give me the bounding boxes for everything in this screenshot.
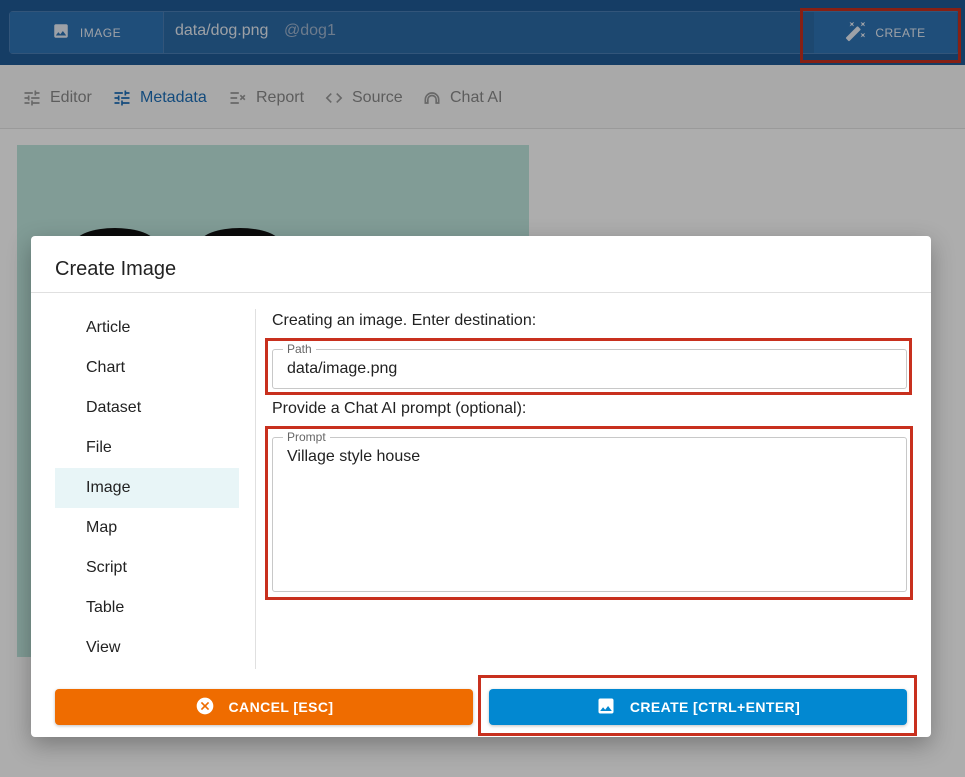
prompt-textarea-label: Prompt bbox=[283, 430, 330, 444]
destination-instruction: Creating an image. Enter destination: bbox=[272, 312, 537, 329]
image-icon bbox=[596, 696, 616, 719]
dialog-divider bbox=[31, 292, 931, 293]
menu-item-map[interactable]: Map bbox=[55, 508, 239, 548]
path-input-value[interactable]: data/image.png bbox=[287, 360, 397, 378]
cancel-button[interactable]: CANCEL [ESC] bbox=[55, 689, 473, 725]
prompt-textarea[interactable]: Prompt Village style house bbox=[272, 430, 907, 592]
prompt-textarea-value[interactable]: Village style house bbox=[287, 448, 420, 466]
menu-item-chart[interactable]: Chart bbox=[55, 348, 239, 388]
cancel-circle-icon bbox=[195, 696, 215, 719]
menu-divider bbox=[255, 309, 256, 669]
path-input[interactable]: Path data/image.png bbox=[272, 342, 907, 389]
menu-item-table[interactable]: Table bbox=[55, 588, 239, 628]
menu-item-script[interactable]: Script bbox=[55, 548, 239, 588]
menu-item-image[interactable]: Image bbox=[55, 468, 239, 508]
menu-item-view[interactable]: View bbox=[55, 628, 239, 668]
cancel-button-label: CANCEL [ESC] bbox=[228, 699, 334, 715]
path-input-label: Path bbox=[283, 342, 316, 356]
menu-item-dataset[interactable]: Dataset bbox=[55, 388, 239, 428]
create-submit-button[interactable]: CREATE [CTRL+ENTER] bbox=[489, 689, 907, 725]
menu-item-article[interactable]: Article bbox=[55, 308, 239, 348]
create-submit-label: CREATE [CTRL+ENTER] bbox=[629, 699, 801, 715]
prompt-instruction: Provide a Chat AI prompt (optional): bbox=[272, 400, 527, 417]
create-image-dialog: Create Image Article Chart Dataset File … bbox=[31, 236, 931, 737]
dialog-title: Create Image bbox=[55, 258, 177, 280]
menu-item-file[interactable]: File bbox=[55, 428, 239, 468]
